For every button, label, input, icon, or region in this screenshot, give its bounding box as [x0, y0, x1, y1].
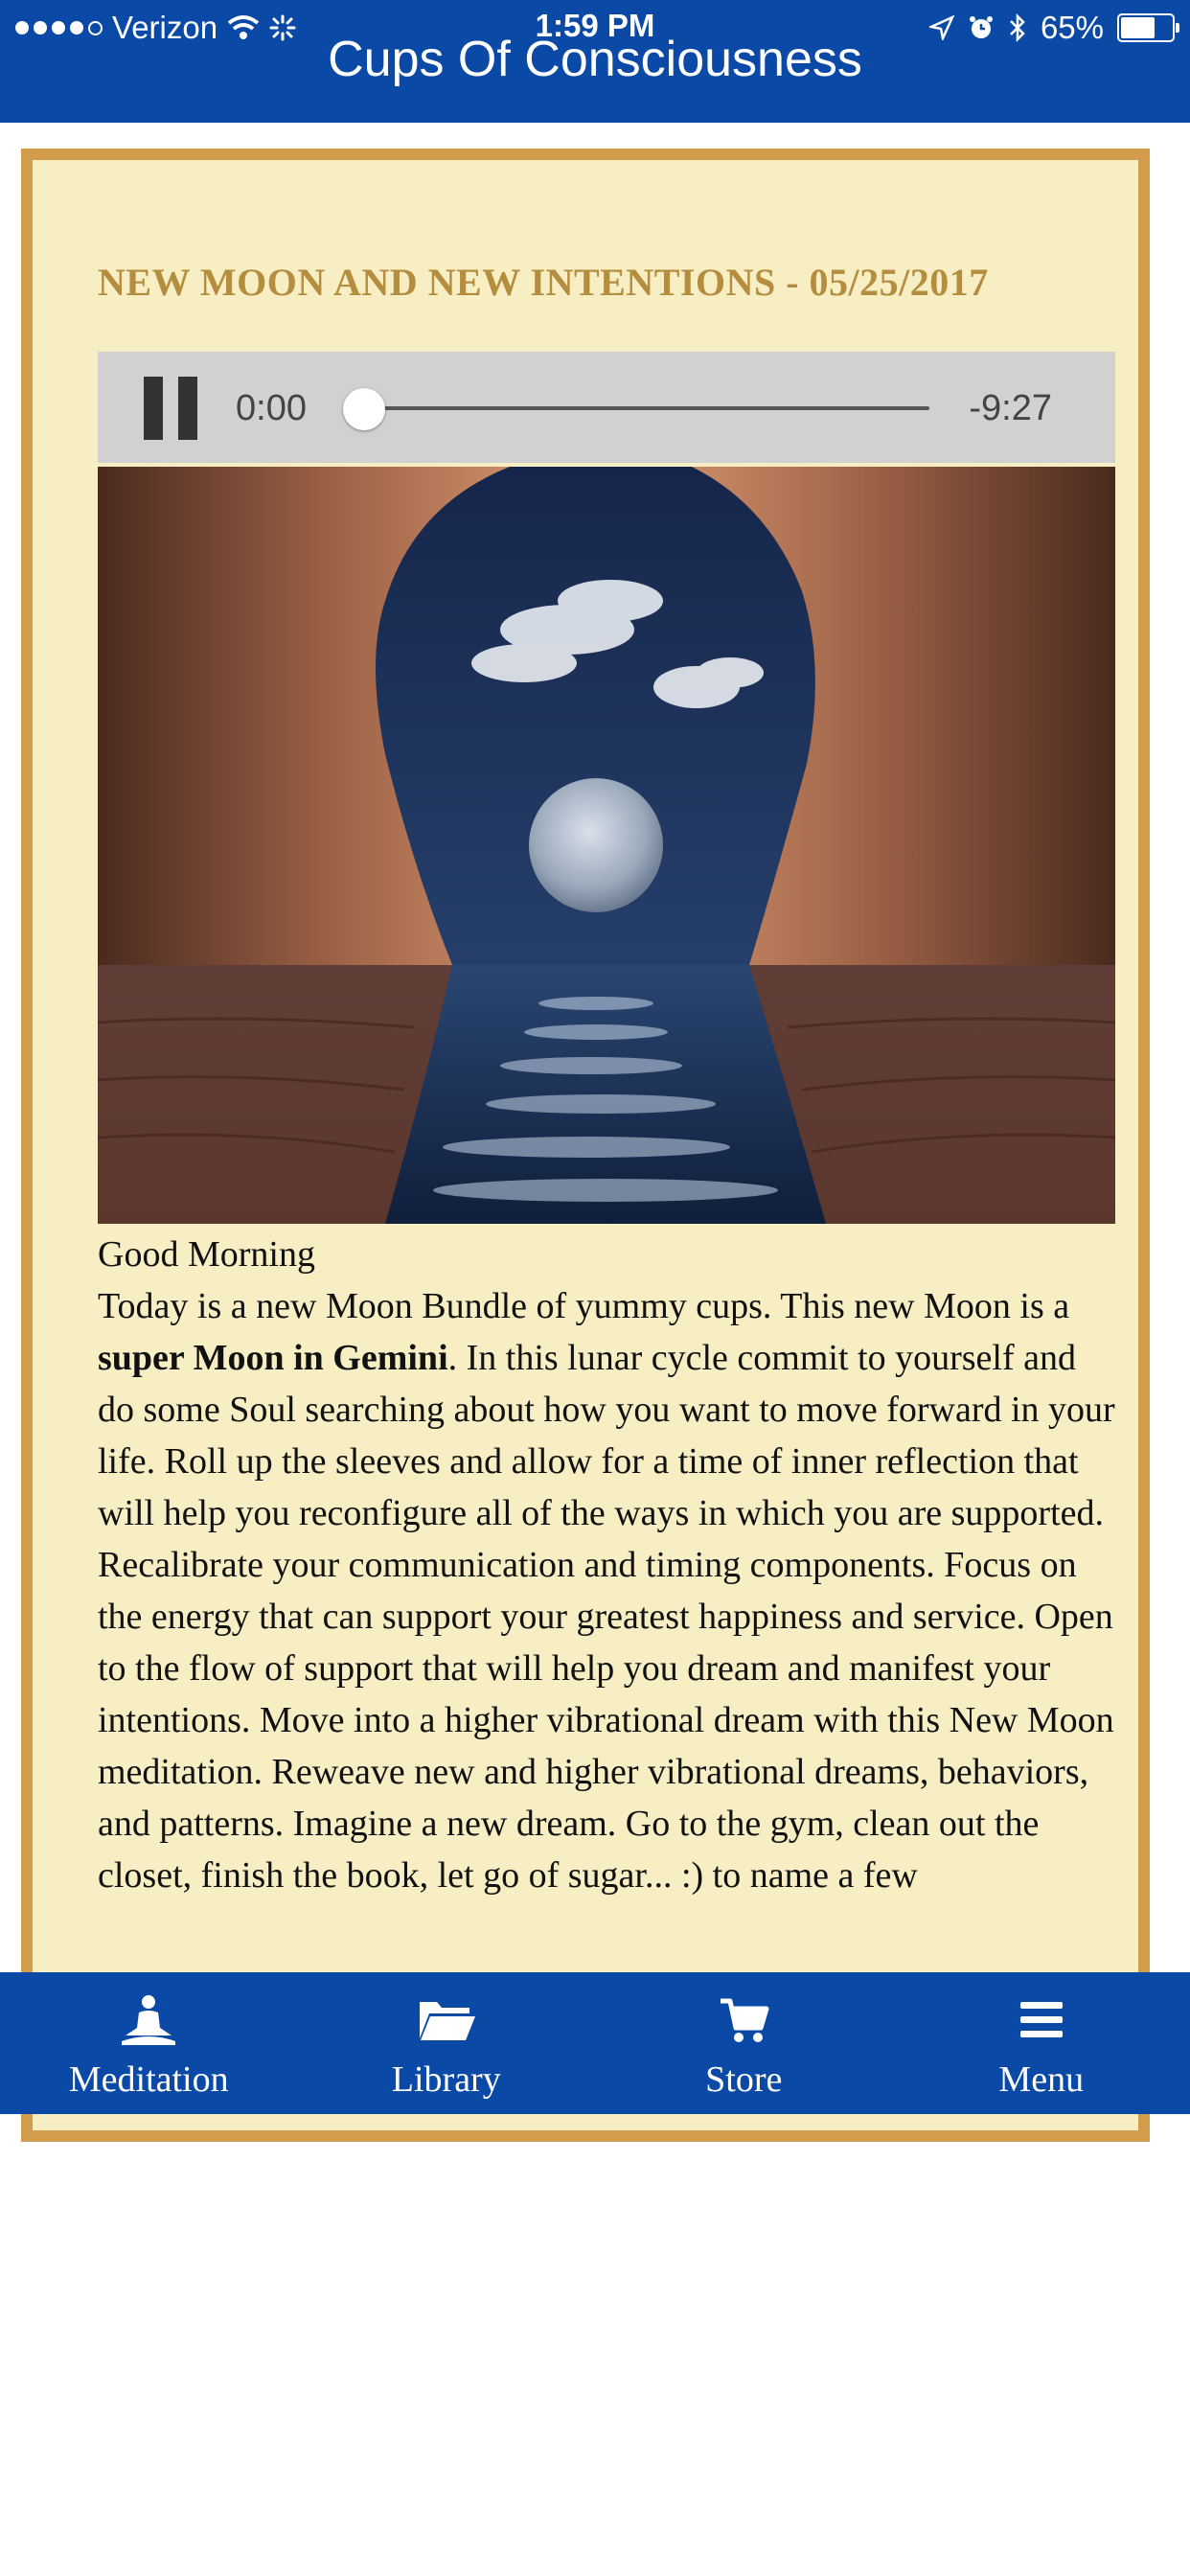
tab-store[interactable]: Store	[595, 1972, 893, 2114]
menu-icon	[1019, 2002, 1063, 2037]
folder-icon	[419, 2002, 475, 2040]
pause-button[interactable]	[144, 377, 197, 440]
highlight-text: super Moon in Gemini	[98, 1338, 448, 1378]
tab-menu[interactable]: Menu	[893, 1972, 1190, 2114]
audio-player: 0:00 -9:27	[98, 352, 1115, 463]
cart-icon	[721, 1998, 769, 2042]
app-header: Verizon 1:59 PM 65% Cups Of Consciousnes…	[0, 0, 1190, 123]
tab-library-label: Library	[391, 2059, 501, 2100]
progress-thumb[interactable]	[343, 388, 385, 430]
post-image	[98, 467, 1115, 1224]
post-card: NEW MOON AND NEW INTENTIONS - 05/25/2017…	[21, 149, 1150, 2142]
moon-canyon-illustration	[98, 467, 1115, 1224]
tab-menu-label: Menu	[998, 2059, 1085, 2100]
meditation-icon	[122, 1995, 176, 2045]
current-time: 0:00	[236, 388, 307, 428]
page-title: Cups Of Consciousness	[328, 32, 862, 87]
pause-icon	[144, 377, 163, 440]
progress-track[interactable]	[362, 406, 929, 410]
greeting-text: Good Morning	[98, 1234, 315, 1275]
post-body: Good Morning Today is a new Moon Bundle …	[98, 1229, 1115, 1901]
remaining-time: -9:27	[969, 388, 1052, 428]
post-paragraph: Today is a new Moon Bundle of yummy cups…	[98, 1286, 1115, 1896]
tab-meditation[interactable]: Meditation	[0, 1972, 298, 2114]
tab-store-label: Store	[705, 2059, 783, 2100]
bottom-tab-bar: Meditation Library Store Menu	[0, 1972, 1190, 2114]
tab-meditation-label: Meditation	[68, 2059, 229, 2100]
tab-library[interactable]: Library	[298, 1972, 596, 2114]
post-title: NEW MOON AND NEW INTENTIONS - 05/25/2017	[98, 261, 989, 304]
